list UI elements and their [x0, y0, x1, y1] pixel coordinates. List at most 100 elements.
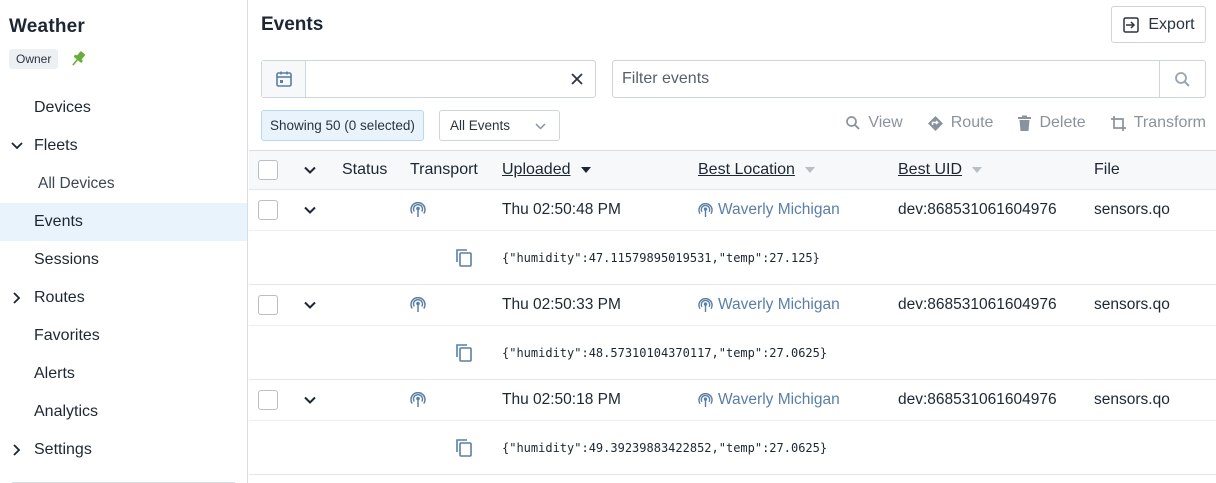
- sidebar-item-sessions[interactable]: Sessions: [0, 241, 247, 279]
- sidebar-item-routes[interactable]: Routes: [0, 279, 247, 317]
- route-label: Route: [950, 114, 994, 131]
- location-link[interactable]: Waverly Michigan: [698, 190, 840, 230]
- sort-icon[interactable]: [804, 167, 815, 173]
- close-icon[interactable]: [569, 71, 585, 87]
- chevron-down-icon: [304, 396, 316, 404]
- location-icon: [698, 202, 713, 217]
- sidebar-item-alerts[interactable]: Alerts: [0, 355, 247, 393]
- sidebar: Weather Owner Devices Fleets All Devices…: [0, 0, 248, 483]
- location-label: Waverly Michigan: [718, 296, 840, 313]
- row-expand-toggle[interactable]: [303, 285, 317, 325]
- device-uid: dev:868531061604976: [898, 201, 1057, 218]
- sidebar-item-all-devices[interactable]: All Devices: [0, 165, 247, 203]
- copy-icon[interactable]: [455, 326, 473, 379]
- chevron-right-icon[interactable]: [10, 291, 24, 305]
- location-icon: [698, 392, 713, 407]
- sidebar-item-devices[interactable]: Devices: [0, 89, 247, 127]
- calendar-button[interactable]: [262, 61, 306, 97]
- sidebar-item-favorites[interactable]: Favorites: [0, 317, 247, 355]
- selection-count-badge: Showing 50 (0 selected): [261, 110, 424, 141]
- location-link[interactable]: Waverly Michigan: [698, 285, 840, 325]
- location-label: Waverly Michigan: [718, 391, 840, 408]
- chevron-down-icon: [535, 123, 546, 130]
- event-body: {"humidity":49.39239883422852,"temp":27.…: [502, 440, 828, 455]
- event-body: {"humidity":47.11579895019531,"temp":27.…: [502, 250, 820, 265]
- event-type-selected: All Events: [450, 118, 511, 133]
- file-name: sensors.qo: [1094, 201, 1170, 218]
- calendar-icon: [275, 71, 292, 87]
- event-type-select[interactable]: All Events: [439, 110, 560, 141]
- sidebar-item-label: Devices: [34, 99, 91, 116]
- sidebar-item-settings[interactable]: Settings: [0, 431, 247, 469]
- date-range-picker: [261, 60, 596, 98]
- trash-icon: [1018, 115, 1032, 131]
- file-name: sensors.qo: [1094, 296, 1170, 313]
- page-title: Events: [261, 14, 324, 35]
- table-row[interactable]: Thu 02:50:48 PM Waverly Michigan dev:868…: [249, 190, 1216, 231]
- table-row[interactable]: Thu 02:50:18 PM Waverly Michigan dev:868…: [249, 380, 1216, 421]
- location-label: Waverly Michigan: [718, 201, 840, 218]
- column-best-location[interactable]: Best Location: [698, 151, 815, 189]
- uploaded-time: Thu 02:50:33 PM: [502, 296, 621, 313]
- table-header: Status Transport Uploaded Best Location …: [249, 150, 1216, 190]
- sidebar-item-label: Sessions: [34, 251, 99, 268]
- transport-icon: [410, 285, 426, 325]
- date-range-input[interactable]: [307, 61, 552, 97]
- view-button[interactable]: View: [845, 114, 903, 132]
- column-best-location-label[interactable]: Best Location: [698, 161, 795, 179]
- location-icon: [698, 297, 713, 312]
- sidebar-item-events[interactable]: Events: [0, 203, 247, 241]
- table-row-detail: {"humidity":49.39239883422852,"temp":27.…: [249, 421, 1216, 475]
- row-expand-toggle[interactable]: [303, 380, 317, 420]
- column-best-uid-label[interactable]: Best UID: [898, 161, 962, 179]
- app-title: Weather: [9, 16, 86, 37]
- row-expand-toggle[interactable]: [303, 190, 317, 230]
- chevron-right-icon[interactable]: [10, 443, 24, 457]
- role-row: Owner: [9, 49, 88, 69]
- row-checkbox[interactable]: [258, 390, 278, 410]
- row-checkbox[interactable]: [258, 295, 278, 315]
- sort-desc-icon[interactable]: [580, 167, 591, 173]
- column-transport: Transport: [410, 161, 478, 178]
- search-icon: [846, 116, 861, 130]
- copy-icon[interactable]: [455, 231, 473, 284]
- sidebar-item-analytics[interactable]: Analytics: [0, 393, 247, 431]
- chevron-down-icon: [304, 166, 316, 174]
- select-all-checkbox[interactable]: [258, 160, 278, 180]
- uploaded-time: Thu 02:50:18 PM: [502, 391, 621, 408]
- event-body: {"humidity":48.57310104370117,"temp":27.…: [502, 345, 828, 360]
- crop-icon: [1110, 115, 1126, 131]
- select-all-cell: [258, 151, 278, 189]
- filter-search-box: [612, 60, 1206, 98]
- sidebar-nav: Devices Fleets All Devices Events Sessio…: [0, 89, 247, 469]
- column-uploaded-label[interactable]: Uploaded: [502, 161, 571, 179]
- expand-all-toggle[interactable]: [303, 151, 317, 189]
- route-button[interactable]: Route: [927, 114, 994, 132]
- view-label: View: [868, 114, 903, 131]
- sidebar-item-fleets[interactable]: Fleets: [0, 127, 247, 165]
- transform-button[interactable]: Transform: [1110, 114, 1206, 132]
- transform-label: Transform: [1133, 114, 1206, 131]
- row-checkbox[interactable]: [258, 200, 278, 220]
- sidebar-item-label: Favorites: [34, 327, 100, 344]
- column-uploaded[interactable]: Uploaded: [502, 151, 591, 189]
- copy-icon[interactable]: [455, 421, 473, 474]
- column-best-uid[interactable]: Best UID: [898, 151, 983, 189]
- sidebar-item-label: Events: [34, 213, 83, 230]
- location-link[interactable]: Waverly Michigan: [698, 380, 840, 420]
- sidebar-item-label: Alerts: [34, 365, 75, 382]
- chevron-down-icon: [304, 206, 316, 214]
- filter-events-input[interactable]: [613, 61, 1161, 97]
- main-content: Events Export Filter events Showing 50 (…: [249, 0, 1216, 483]
- search-button[interactable]: [1159, 61, 1205, 97]
- export-button[interactable]: Export: [1111, 6, 1206, 43]
- table-row[interactable]: Thu 02:50:33 PM Waverly Michigan dev:868…: [249, 285, 1216, 326]
- sidebar-item-label: Routes: [34, 289, 85, 306]
- chevron-down-icon[interactable]: [10, 139, 24, 153]
- file-name: sensors.qo: [1094, 391, 1170, 408]
- delete-label: Delete: [1039, 114, 1086, 131]
- sort-icon[interactable]: [972, 167, 983, 173]
- delete-button[interactable]: Delete: [1017, 114, 1086, 132]
- pin-icon[interactable]: [68, 49, 88, 69]
- table-row-detail: {"humidity":47.11579895019531,"temp":27.…: [249, 231, 1216, 285]
